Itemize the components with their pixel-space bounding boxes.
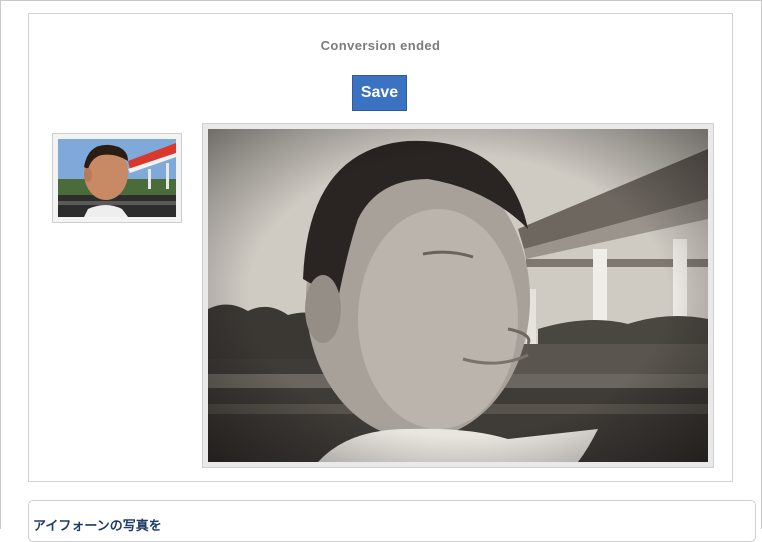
original-thumbnail[interactable] [52,133,182,223]
converted-photo [202,123,714,468]
converted-photo-image [208,129,708,462]
save-button[interactable]: Save [352,75,407,111]
related-section: アイフォーンの写真を [28,500,756,542]
related-heading[interactable]: アイフォーンの写真を [33,515,162,534]
conversion-panel: Conversion ended Save [28,13,733,482]
conversion-status: Conversion ended [320,38,441,53]
thumbnail-image [58,139,176,217]
